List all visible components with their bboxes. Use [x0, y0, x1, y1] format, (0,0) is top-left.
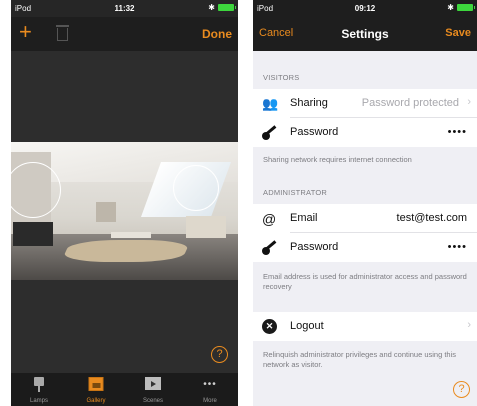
email-value: test@test.com: [396, 212, 467, 224]
email-label: Email: [290, 212, 318, 224]
admin-password-row[interactable]: Password ••••: [253, 233, 477, 262]
visitor-password-row[interactable]: Password ••••: [253, 118, 477, 147]
key-icon: [262, 240, 278, 255]
tab-bar: Lamps Gallery Scenes ••• More: [11, 373, 238, 406]
tab-label: Gallery: [86, 398, 106, 404]
logout-label: Logout: [290, 320, 324, 332]
battery-icon: [218, 4, 236, 11]
photo-shelf: [96, 202, 116, 222]
visitor-password-value: ••••: [447, 126, 467, 138]
visitors-icon: 👥: [262, 96, 279, 111]
visitors-note: Sharing network requires internet connec…: [263, 155, 412, 164]
help-button[interactable]: ?: [453, 381, 470, 398]
status-bar: iPod 11:32 ✱: [11, 0, 238, 17]
status-right: ✱: [447, 3, 475, 12]
more-icon: •••: [203, 379, 217, 390]
gallery-nav-bar: + Done: [11, 17, 238, 51]
status-time: 11:32: [114, 4, 135, 13]
email-row[interactable]: @ Email test@test.com: [253, 204, 477, 233]
room-photo[interactable]: [11, 142, 238, 280]
tab-label: More: [203, 398, 217, 404]
bluetooth-icon: ✱: [208, 3, 215, 12]
lamp-shade: [34, 377, 44, 386]
bluetooth-icon: ✱: [447, 3, 454, 12]
gallery-screen: iPod 11:32 ✱ + Done ? Lamps Gallery Scen…: [11, 0, 238, 406]
lamp-marker[interactable]: [11, 162, 61, 218]
tab-lamps[interactable]: Lamps: [11, 373, 67, 406]
logout-row[interactable]: ✕ Logout ›: [253, 312, 477, 341]
tab-label: Lamps: [29, 398, 48, 404]
tab-more[interactable]: ••• More: [182, 373, 238, 406]
administrator-note: Email address is used for administrator …: [263, 272, 467, 291]
photo-rug: [60, 240, 192, 262]
settings-screen: iPod 09:12 ✱ Cancel Settings Save VISITO…: [253, 0, 477, 406]
status-right: ✱: [208, 3, 236, 12]
key-shaft: [266, 240, 277, 250]
tab-gallery[interactable]: Gallery: [68, 373, 124, 406]
done-button[interactable]: Done: [202, 27, 232, 41]
trash-body: [57, 28, 68, 41]
visitors-header: VISITORS: [263, 73, 300, 82]
visitor-password-label: Password: [290, 126, 339, 138]
page-title: Settings: [341, 27, 389, 41]
key-icon: [262, 125, 278, 140]
status-time: 09:12: [354, 4, 376, 13]
chevron-right-icon: ›: [467, 96, 471, 108]
admin-password-value: ••••: [447, 241, 467, 253]
lamp-icon: [34, 377, 44, 392]
chevron-right-icon: ›: [467, 319, 471, 331]
photo-table: [111, 232, 151, 238]
sharing-label: Sharing: [290, 97, 328, 109]
gallery-icon: [88, 377, 104, 391]
sharing-value: Password protected: [361, 97, 459, 109]
settings-nav-bar: Cancel Settings Save: [253, 17, 477, 51]
logout-icon: ✕: [262, 319, 277, 334]
save-button[interactable]: Save: [445, 27, 471, 39]
help-button[interactable]: ?: [211, 346, 228, 363]
tab-scenes[interactable]: Scenes: [125, 373, 181, 406]
logout-note: Relinquish administrator privileges and …: [263, 350, 457, 369]
trash-icon[interactable]: [56, 25, 69, 41]
scenes-icon: [145, 377, 161, 390]
status-bar: iPod 09:12 ✱: [253, 0, 477, 17]
plus-icon[interactable]: +: [19, 21, 32, 43]
key-shaft: [266, 125, 277, 135]
photo-sofa-dark: [13, 222, 53, 246]
trash-lid: [56, 25, 69, 27]
sharing-row[interactable]: 👥 Sharing Password protected ›: [253, 89, 477, 118]
admin-password-label: Password: [290, 241, 339, 253]
tab-label: Scenes: [142, 398, 163, 404]
administrator-header: ADMINISTRATOR: [263, 188, 327, 197]
at-icon: @: [262, 211, 277, 227]
photo-sofa-light: [186, 216, 226, 238]
lamp-marker[interactable]: [173, 165, 219, 211]
battery-icon: [457, 4, 475, 11]
lamp-stem: [38, 386, 40, 392]
